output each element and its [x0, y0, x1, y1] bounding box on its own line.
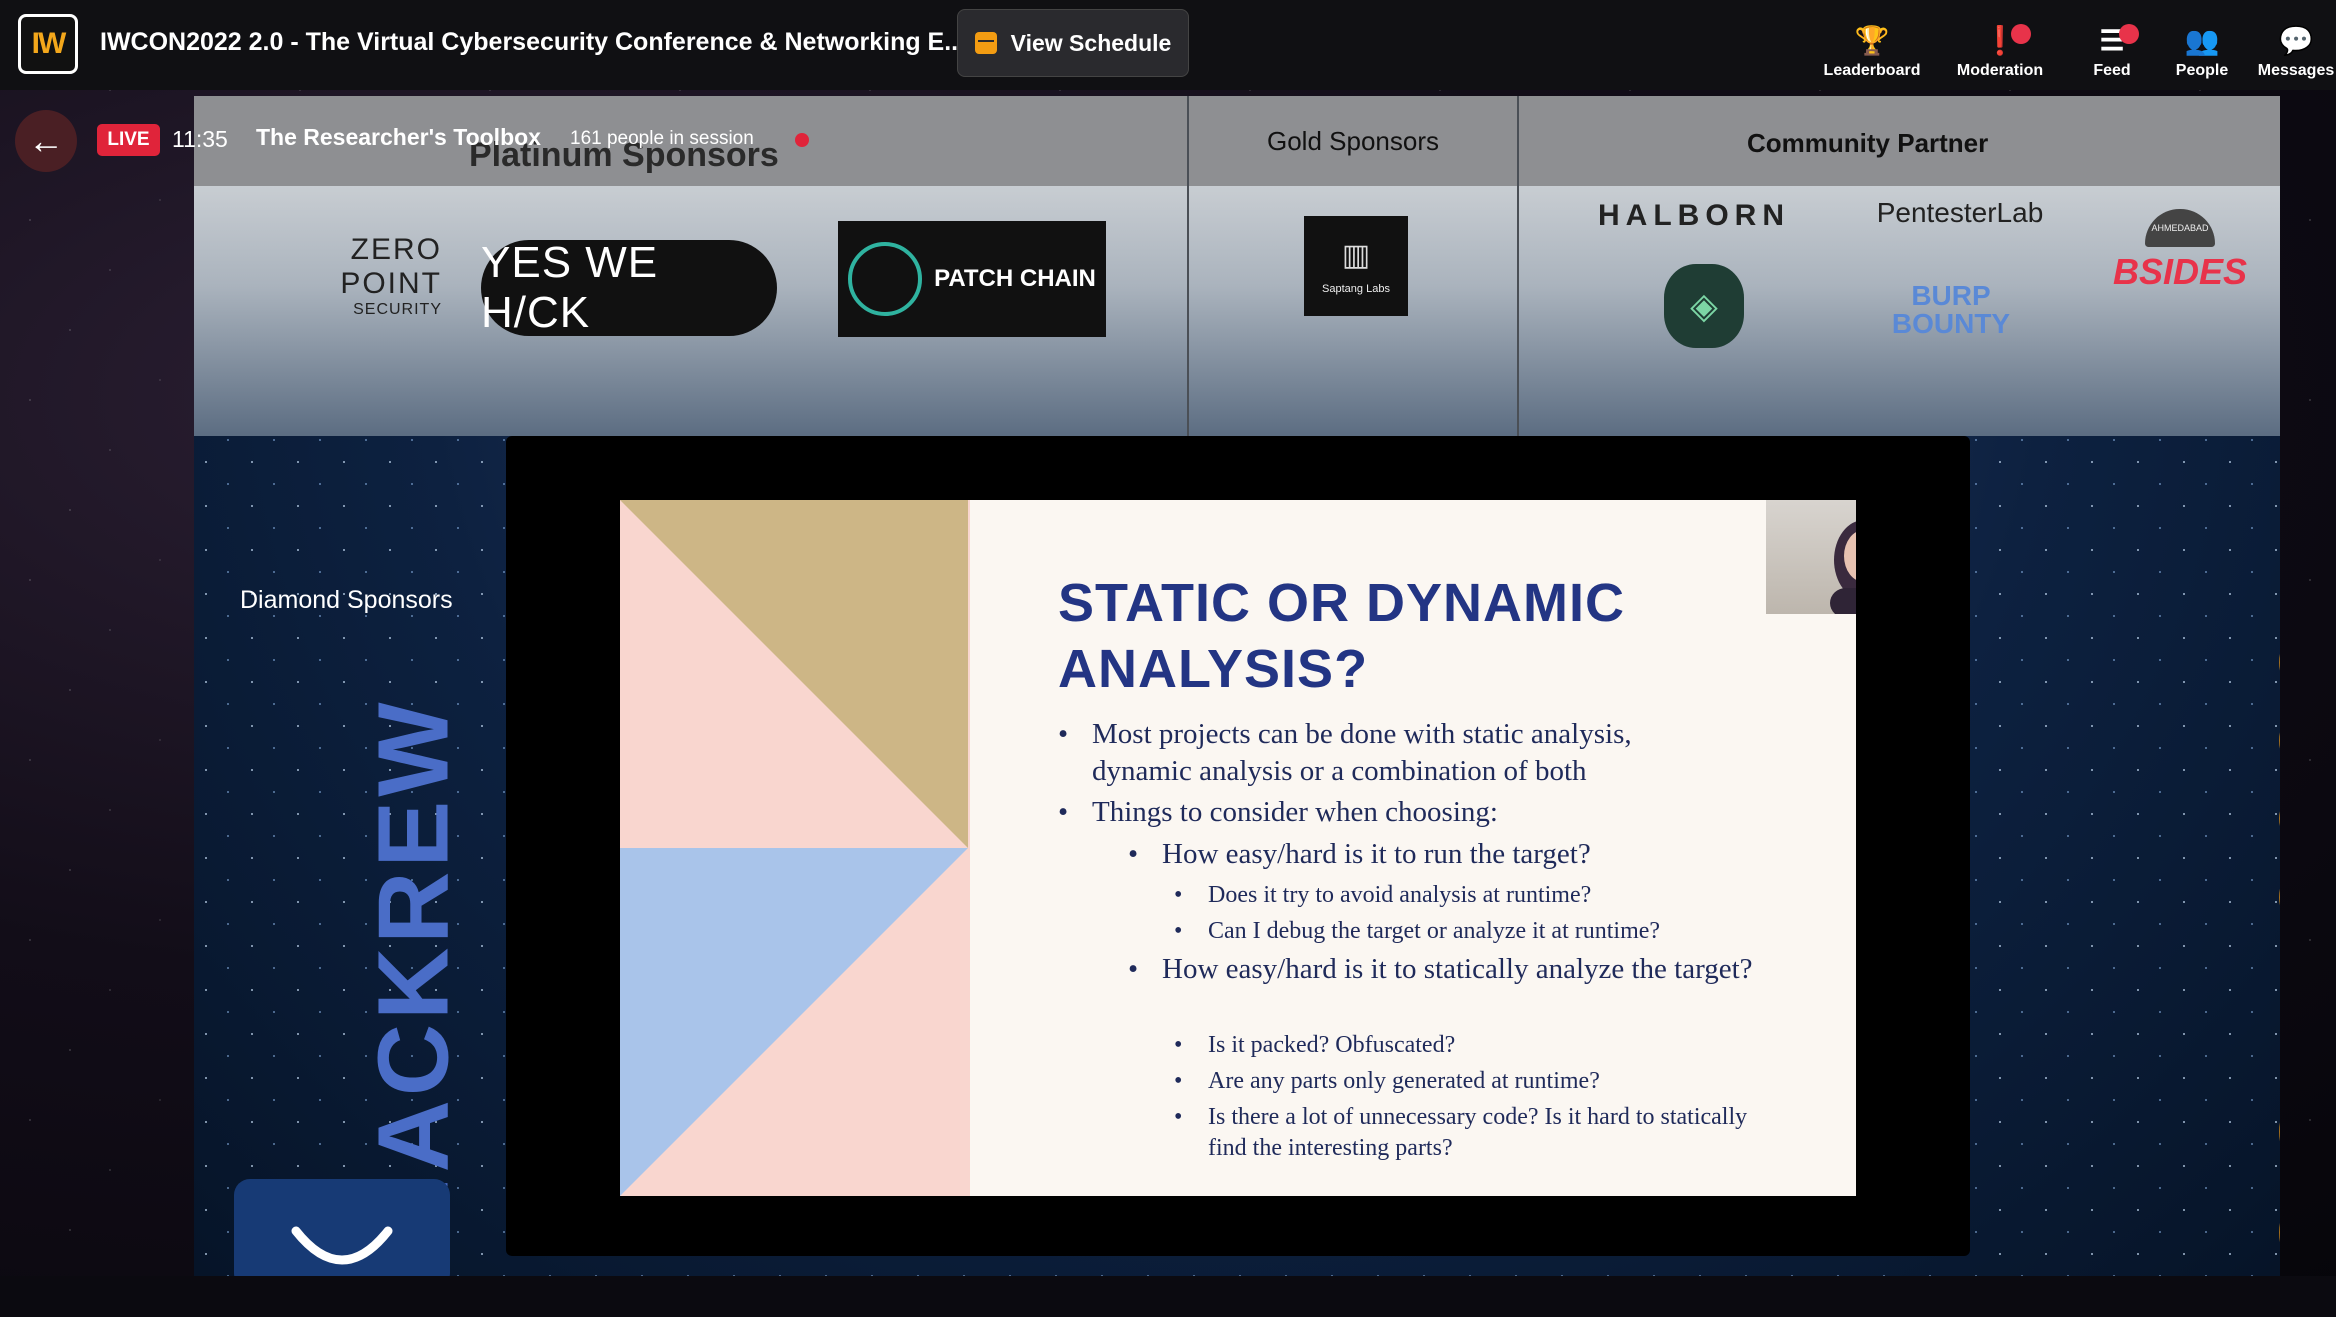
saptang-icon: ▥: [1341, 238, 1371, 272]
yeswehack-logo[interactable]: YES WE H/CK: [481, 238, 777, 337]
diamond-sponsors-label: Diamond Sponsors: [240, 586, 453, 614]
people-icon: 👥: [2184, 25, 2220, 56]
community-partner-heading: Community Partner: [1747, 128, 1989, 158]
smile-icon: [291, 1226, 393, 1265]
attendee-count[interactable]: 161 people in session: [570, 128, 754, 150]
slide-sub-bullet: How easy/hard is it to run the target?: [1128, 836, 1762, 873]
slide-decoration: [620, 500, 970, 1196]
zero-point-line-3: SECURITY: [353, 301, 442, 318]
saptang-labs-logo[interactable]: ▥ Saptang Labs: [1304, 216, 1408, 316]
back-button[interactable]: ←: [15, 110, 77, 172]
live-badge: LIVE: [97, 124, 160, 156]
recording-indicator-icon: [795, 133, 809, 147]
nav-leaderboard[interactable]: 🏆 Leaderboard: [1823, 10, 1921, 80]
event-logo[interactable]: IW: [18, 14, 78, 74]
slide-bullet: Things to consider when choosing:: [1058, 794, 1732, 831]
top-bar: IW IWCON2022 2.0 - The Virtual Cybersecu…: [0, 0, 2336, 90]
nav-moderation-label: Moderation: [1956, 62, 2044, 79]
alien-icon: ◈: [1690, 285, 1718, 326]
con-2022-banner: CON 2022: [2252, 619, 2280, 1276]
trophy-icon: 🏆: [1854, 25, 1890, 56]
slide-sub-sub-bullet: Is it packed? Obfuscated?: [1174, 1030, 1768, 1061]
halborn-logo[interactable]: HALBORN: [1554, 194, 1834, 238]
pentesterlab-logo[interactable]: PentesterLab: [1862, 188, 2058, 238]
gold-sponsors-heading: Gold Sponsors: [1267, 126, 1439, 156]
alien-shield-logo[interactable]: ◈: [1664, 264, 1744, 348]
notification-dot: [2011, 24, 2032, 44]
nav-moderation[interactable]: ❗ Moderation: [1950, 10, 2050, 80]
zero-point-line-1: ZERO: [350, 233, 442, 266]
slide-sub-sub-bullet: Are any parts only generated at runtime?: [1174, 1066, 1768, 1097]
zero-point-security-logo[interactable]: ZERO POINT SECURITY: [272, 208, 442, 344]
session-bar: ← LIVE 11:35 The Researcher's Toolbox 16…: [0, 96, 1190, 188]
slide-title: STATIC OR DYNAMIC ANALYSIS?: [1058, 573, 1625, 699]
session-title: The Researcher's Toolbox: [256, 124, 541, 150]
view-schedule-button[interactable]: View Schedule: [957, 9, 1189, 77]
stage-area: Platinum Sponsors Gold Sponsors Communit…: [194, 96, 2280, 1276]
session-timer: 11:35: [172, 126, 228, 152]
burp-bounty-logo[interactable]: BURP BOUNTY: [1846, 280, 2056, 340]
arrow-left-icon: ←: [28, 120, 64, 161]
hackrew-banner: HACKREW: [357, 698, 470, 1249]
presentation-video[interactable]: STATIC OR DYNAMIC ANALYSIS? Most project…: [506, 436, 1970, 1256]
messages-icon: 💬: [2278, 25, 2314, 56]
view-schedule-label: View Schedule: [1010, 29, 1172, 56]
slide-sub-bullet: How easy/hard is it to statically analyz…: [1128, 951, 1762, 988]
patch-chain-icon: [848, 242, 923, 316]
zero-point-line-2: POINT: [340, 267, 442, 300]
presentation-slide: STATIC OR DYNAMIC ANALYSIS? Most project…: [620, 500, 1856, 1196]
slide-sub-sub-bullet: Is there a lot of unnecessary code? Is i…: [1174, 1102, 1768, 1164]
diamond-sponsor-tile[interactable]: [234, 1179, 450, 1276]
slide-sub-sub-bullet: Can I debug the target or analyze it at …: [1174, 916, 1768, 947]
calendar-icon: [974, 32, 997, 54]
saptang-label: Saptang Labs: [1322, 282, 1390, 295]
nav-messages-label: Messages: [2257, 62, 2335, 79]
patch-chain-label: PATCH CHAIN: [934, 265, 1096, 292]
slide-sub-sub-bullet: Does it try to avoid analysis at runtime…: [1174, 880, 1768, 911]
nav-leaderboard-label: Leaderboard: [1823, 62, 1921, 79]
event-title: IWCON2022 2.0 - The Virtual Cybersecurit…: [100, 28, 966, 56]
bsides-label: BSIDES: [2112, 251, 2248, 292]
burp-bounty-line-2: BOUNTY: [1891, 308, 2011, 339]
nav-people[interactable]: 👥 People: [2172, 10, 2232, 80]
bsides-ahmedabad-logo[interactable]: AHMEDABAD BSIDES: [2102, 196, 2258, 306]
moderation-icon: ❗: [1983, 24, 2032, 56]
sponsor-divider: [1517, 96, 1519, 436]
burp-bounty-line-1: BURP: [1911, 280, 1991, 311]
nav-messages[interactable]: 💬 Messages: [2256, 10, 2336, 80]
nav-people-label: People: [2175, 62, 2229, 79]
notification-dot: [2118, 24, 2139, 44]
nav-feed[interactable]: ☰ Feed: [2080, 10, 2144, 80]
slide-bullet: Most projects can be done with static an…: [1058, 716, 1732, 790]
feed-icon: ☰: [2099, 24, 2139, 56]
bsides-tag: AHMEDABAD: [2145, 209, 2215, 247]
bottom-toolbar: [0, 1276, 2336, 1317]
patch-chain-logo[interactable]: PATCH CHAIN: [838, 221, 1106, 337]
nav-feed-label: Feed: [2093, 62, 2131, 79]
